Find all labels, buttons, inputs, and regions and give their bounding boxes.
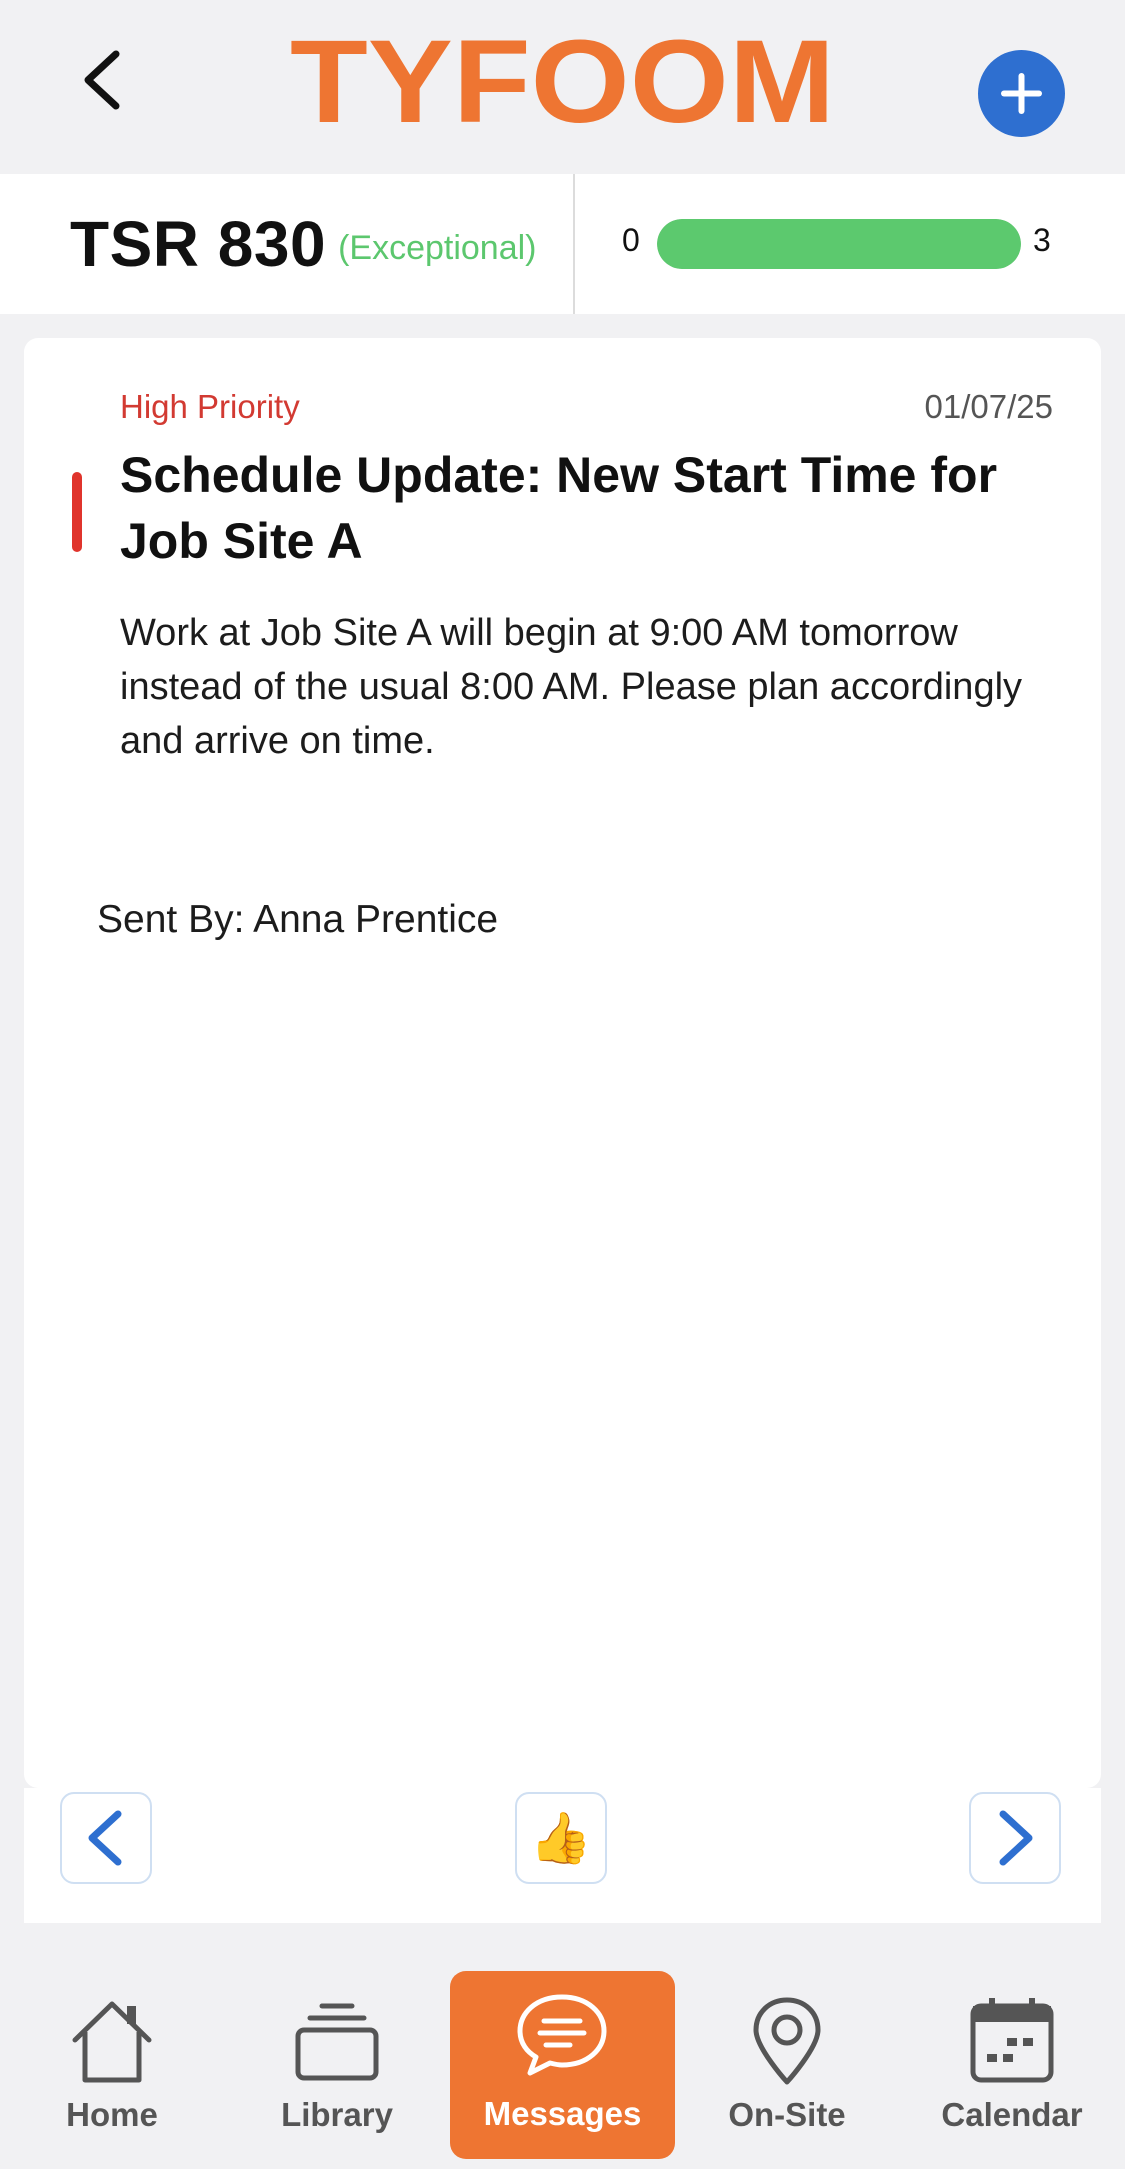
top-header: TYFOOM [0, 0, 1125, 174]
progress-bar-fill [657, 219, 1021, 269]
tsr-status-label: (Exceptional) [338, 228, 537, 267]
svg-text:TYFOOM: TYFOOM [290, 20, 835, 130]
bottom-tab-bar: Home Library Messages On-Site Calendar [0, 1944, 1125, 2169]
library-icon [295, 2003, 379, 2081]
tab-on-site[interactable]: On-Site [682, 1972, 892, 2162]
next-message-button[interactable] [969, 1792, 1061, 1884]
tab-label: Library [281, 2096, 393, 2133]
progress-min-label: 0 [622, 222, 640, 258]
calendar-icon [970, 1998, 1054, 2083]
tab-label: On-Site [728, 2096, 846, 2133]
chevron-left-icon [84, 50, 120, 110]
tsr-score-label: TSR 830 [70, 208, 327, 280]
tab-home[interactable]: Home [7, 1972, 217, 2162]
progress-max-label: 3 [1033, 222, 1051, 258]
back-button[interactable] [70, 40, 140, 120]
message-date: 01/07/25 [924, 388, 1053, 425]
thumbs-up-icon: 👍 [529, 1810, 593, 1866]
divider [573, 174, 575, 314]
like-button[interactable]: 👍 [515, 1792, 607, 1884]
tsr-score-bar: TSR 830 (Exceptional) 0 3 [0, 174, 1125, 314]
message-title: Schedule Update: New Start Time for Job … [120, 447, 998, 569]
message-actions: 👍 [24, 1788, 1101, 1923]
plus-icon [1001, 73, 1042, 114]
tab-calendar[interactable]: Calendar [907, 1972, 1117, 2162]
tyfoom-logo: TYFOOM [290, 20, 835, 130]
tab-library[interactable]: Library [232, 1972, 442, 2162]
previous-message-button[interactable] [60, 1792, 152, 1884]
priority-label: High Priority [120, 388, 300, 425]
tab-label: Messages [483, 2095, 642, 2132]
chevron-right-icon [999, 1810, 1033, 1866]
progress-bar [657, 219, 1021, 269]
tab-messages[interactable]: Messages [450, 1971, 675, 2159]
priority-indicator [72, 472, 82, 552]
home-icon [72, 2001, 152, 2083]
message-body: Work at Job Site A will begin at 9:00 AM… [120, 612, 1023, 762]
tsr-score: TSR 830 (Exceptional) [70, 174, 536, 314]
location-pin-icon [753, 1997, 821, 2085]
message-sender: Sent By: Anna Prentice [97, 898, 499, 941]
chevron-left-icon [88, 1810, 122, 1866]
tab-label: Home [66, 2096, 158, 2133]
message-card: High Priority 01/07/25 Schedule Update: … [24, 338, 1101, 1788]
add-button[interactable] [978, 50, 1065, 137]
tab-label: Calendar [941, 2096, 1083, 2133]
chat-bubble-icon [517, 1994, 607, 2076]
